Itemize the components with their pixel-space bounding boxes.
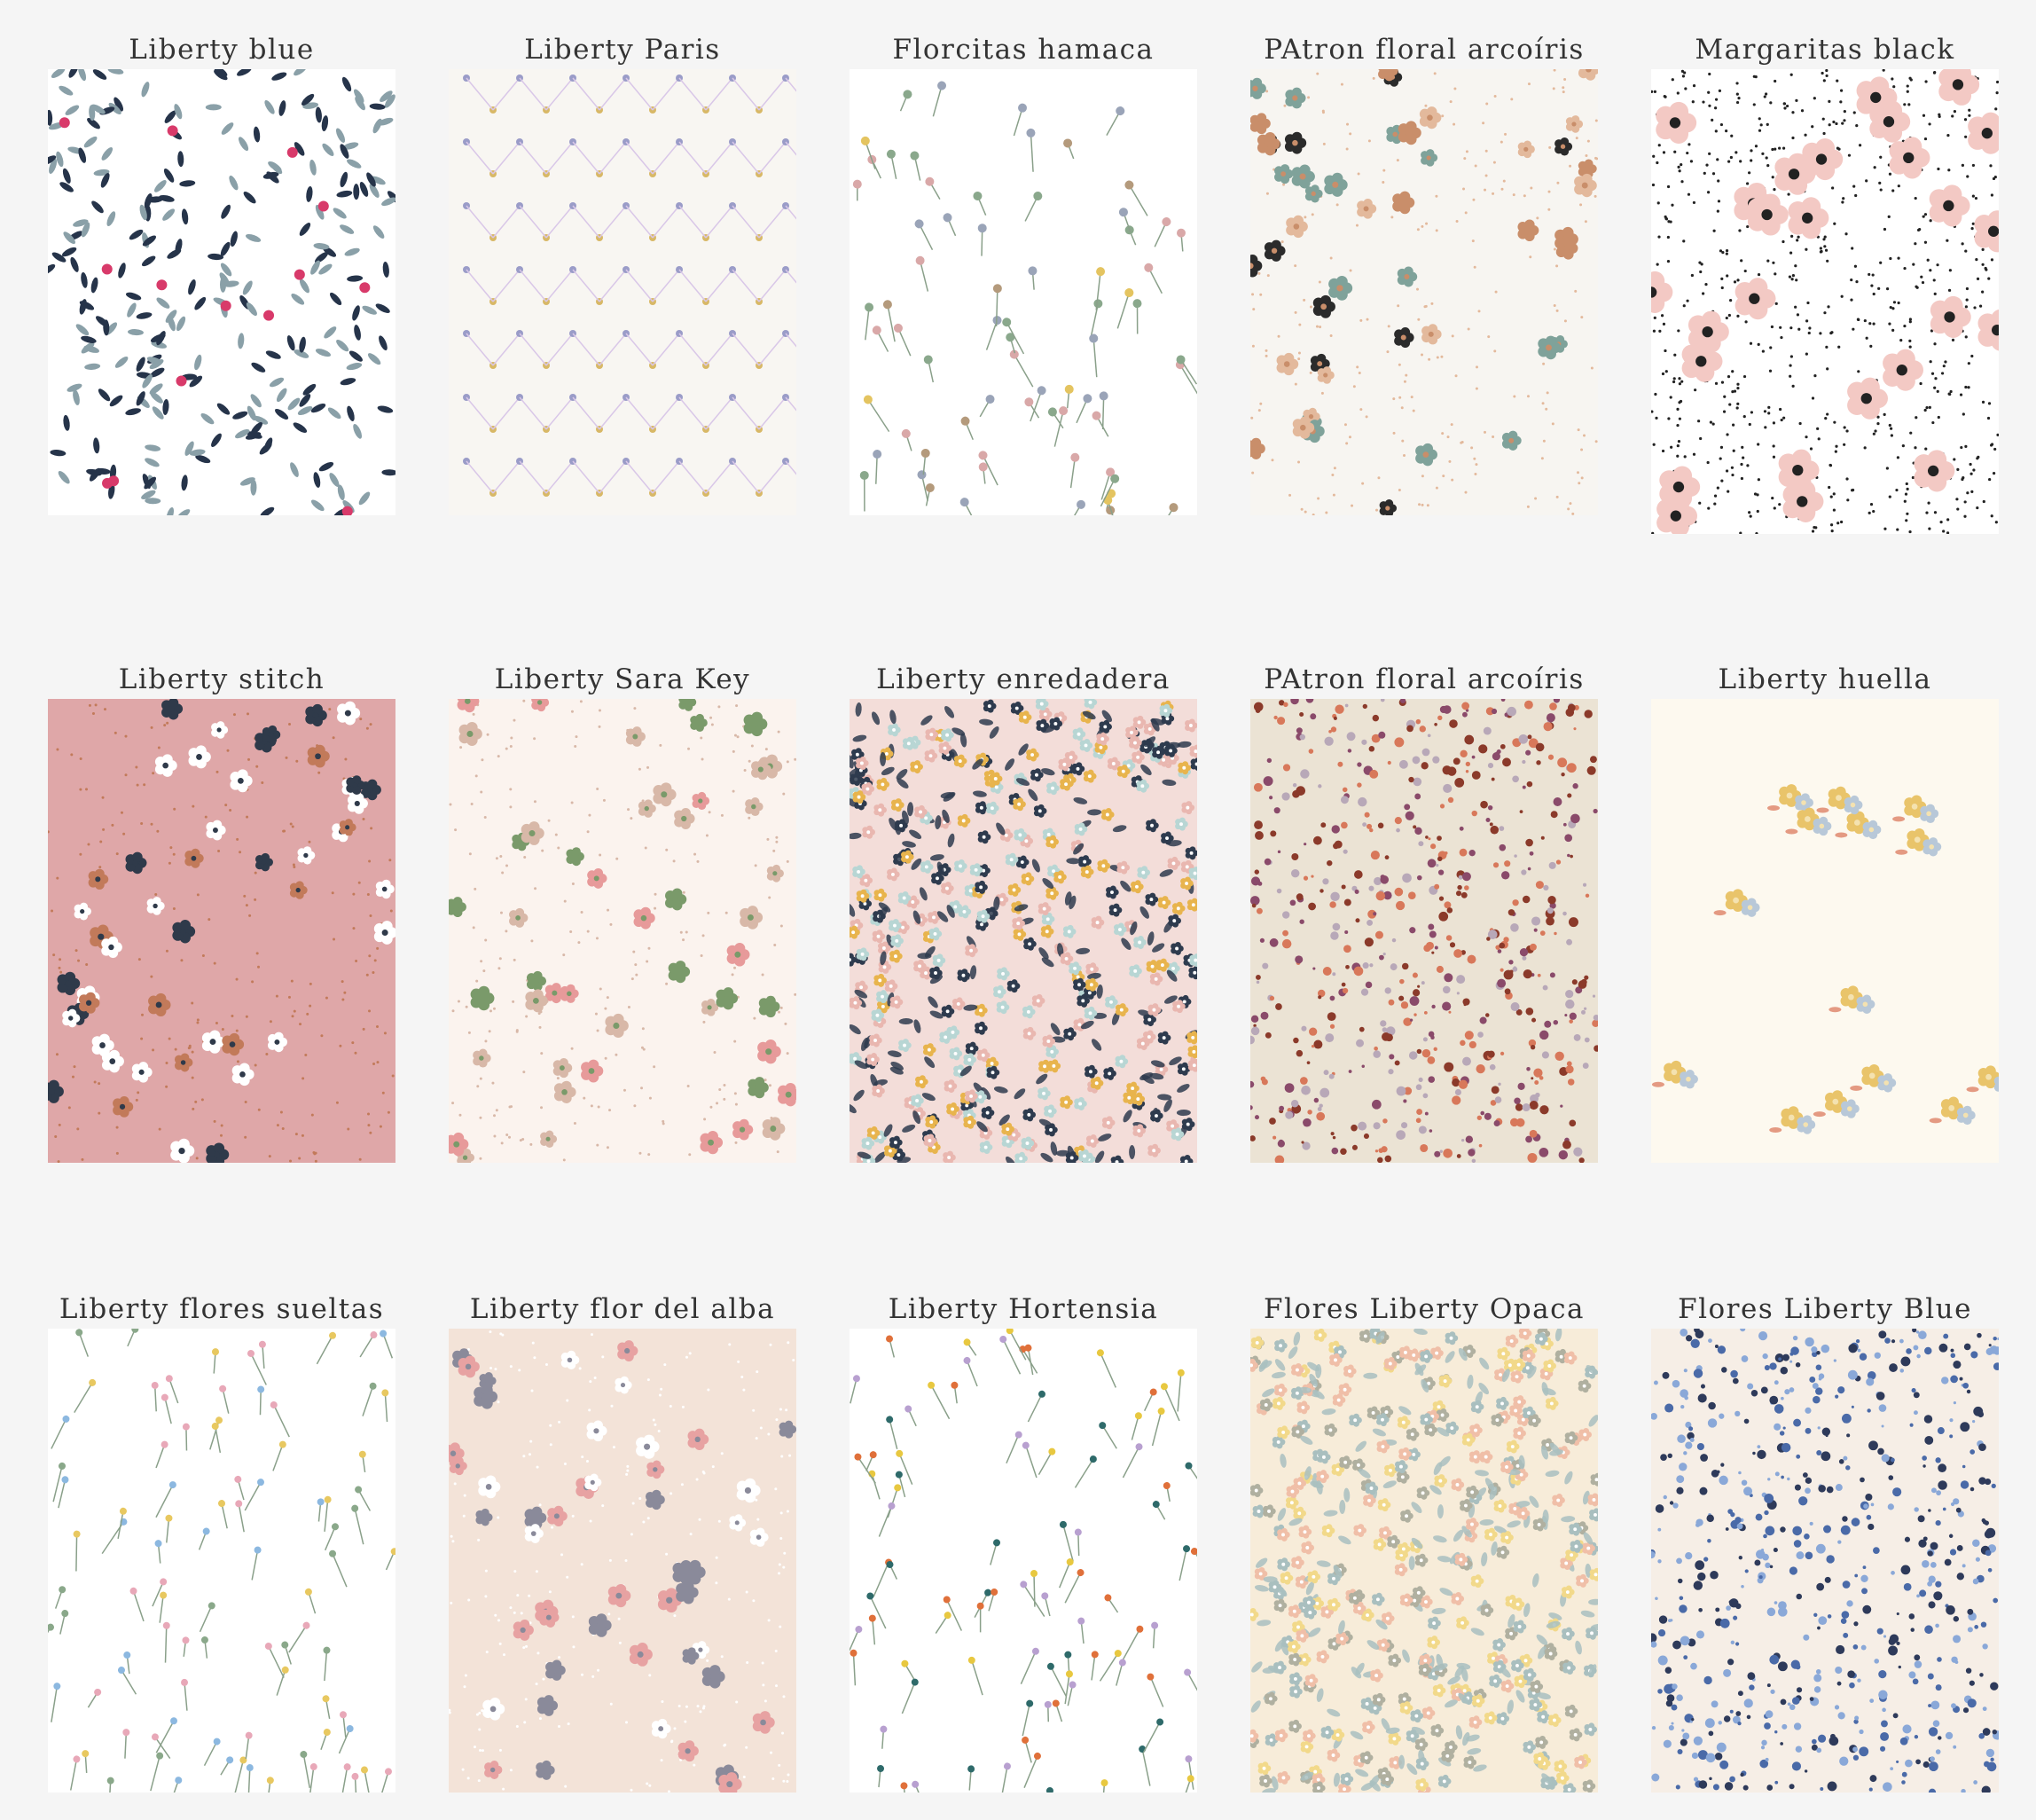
pattern-illustration: [1250, 69, 1598, 515]
pattern-swatch[interactable]: [850, 69, 1197, 515]
pattern-illustration: [850, 699, 1197, 1163]
pattern-title: Florcitas hamaca: [892, 34, 1155, 66]
pattern-swatch[interactable]: [449, 699, 796, 1163]
pattern-gallery: Liberty blue Liberty Paris Florcitas ham…: [0, 0, 2036, 1820]
pattern-card[interactable]: Liberty flor del alba: [449, 1290, 796, 1793]
pattern-title: Liberty huella: [1718, 663, 1932, 695]
pattern-card[interactable]: Liberty Paris: [449, 30, 796, 515]
pattern-swatch[interactable]: [1651, 699, 1999, 1163]
pattern-title: Liberty enredadera: [876, 663, 1171, 695]
pattern-title: PAtron floral arcoíris: [1264, 663, 1585, 695]
pattern-illustration: [850, 69, 1197, 515]
pattern-swatch[interactable]: [48, 69, 395, 515]
pattern-swatch[interactable]: [449, 1329, 796, 1793]
pattern-swatch[interactable]: [850, 1329, 1197, 1793]
pattern-illustration: [1651, 69, 1999, 534]
pattern-swatch[interactable]: [1250, 69, 1598, 515]
pattern-card[interactable]: Liberty stitch: [48, 660, 395, 1163]
pattern-card[interactable]: Flores Liberty Opaca: [1250, 1290, 1598, 1793]
pattern-illustration: [1651, 699, 1999, 1163]
pattern-swatch[interactable]: [1651, 1329, 1999, 1793]
pattern-title: Flores Liberty Blue: [1678, 1293, 1972, 1325]
pattern-title: Liberty Sara Key: [494, 663, 751, 695]
pattern-swatch[interactable]: [1250, 1329, 1598, 1793]
pattern-illustration: [48, 699, 395, 1163]
pattern-card[interactable]: Liberty flores sueltas: [48, 1290, 395, 1793]
pattern-illustration: [1651, 1329, 1999, 1793]
pattern-illustration: [449, 1329, 796, 1793]
pattern-card[interactable]: Liberty enredadera: [850, 660, 1197, 1163]
pattern-illustration: [850, 1329, 1197, 1793]
pattern-card[interactable]: Liberty blue: [48, 30, 395, 515]
pattern-illustration: [449, 699, 796, 1163]
pattern-title: Liberty Paris: [524, 34, 721, 66]
pattern-swatch[interactable]: [1250, 699, 1598, 1163]
pattern-swatch[interactable]: [48, 699, 395, 1163]
pattern-swatch[interactable]: [48, 1329, 395, 1793]
pattern-card[interactable]: Liberty huella: [1651, 660, 1999, 1163]
pattern-swatch[interactable]: [1651, 69, 1999, 534]
pattern-card[interactable]: Florcitas hamaca: [850, 30, 1197, 515]
pattern-card[interactable]: Margaritas black: [1651, 30, 1999, 534]
pattern-card[interactable]: Liberty Sara Key: [449, 660, 796, 1163]
pattern-title: PAtron floral arcoíris: [1264, 34, 1585, 66]
pattern-illustration: [1250, 699, 1598, 1163]
pattern-card[interactable]: Flores Liberty Blue: [1651, 1290, 1999, 1793]
pattern-swatch[interactable]: [449, 69, 796, 515]
pattern-title: Liberty stitch: [118, 663, 325, 695]
pattern-card[interactable]: Liberty Hortensia: [850, 1290, 1197, 1793]
pattern-illustration: [1250, 1329, 1598, 1793]
pattern-title: Liberty blue: [129, 34, 315, 66]
pattern-title: Margaritas black: [1695, 34, 1955, 66]
pattern-illustration: [48, 69, 395, 515]
pattern-swatch[interactable]: [850, 699, 1197, 1163]
pattern-title: Liberty Hortensia: [888, 1293, 1159, 1325]
pattern-title: Liberty flor del alba: [469, 1293, 776, 1325]
pattern-illustration: [48, 1329, 395, 1793]
pattern-title: Liberty flores sueltas: [59, 1293, 385, 1325]
pattern-illustration: [449, 69, 796, 515]
pattern-card[interactable]: PAtron floral arcoíris: [1250, 30, 1598, 515]
pattern-title: Flores Liberty Opaca: [1264, 1293, 1585, 1325]
pattern-card[interactable]: PAtron floral arcoíris: [1250, 660, 1598, 1163]
